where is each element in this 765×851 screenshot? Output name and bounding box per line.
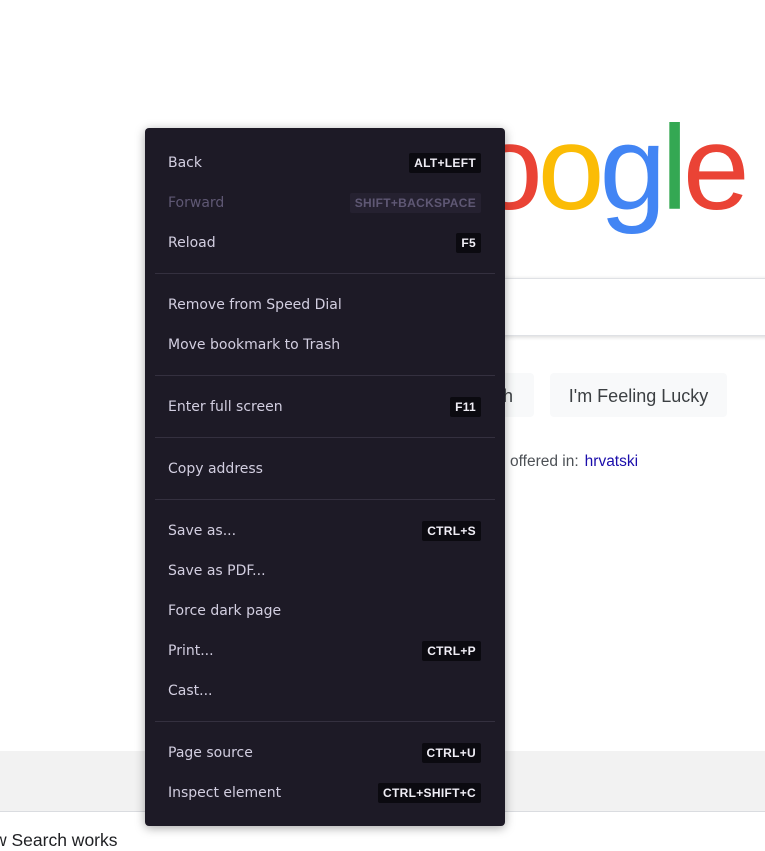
menu-item-shortcut: CTRL+P [422, 641, 481, 661]
menu-item-shortcut: F5 [456, 233, 481, 253]
menu-item-label: Force dark page [168, 603, 282, 619]
menu-item-page-source[interactable]: Page source CTRL+U [145, 733, 505, 773]
menu-item-label: Remove from Speed Dial [168, 297, 342, 313]
menu-item-shortcut: CTRL+S [422, 521, 481, 541]
logo-letter: g [599, 101, 667, 235]
menu-item-copy-address[interactable]: Copy address [145, 449, 505, 489]
menu-item-label: Forward [168, 195, 225, 211]
language-link-hrvatski[interactable]: hrvatski [585, 453, 638, 470]
context-menu: Back ALT+LEFT Forward SHIFT+BACKSPACE Reload… [145, 128, 505, 826]
logo-letter: e [682, 101, 750, 235]
menu-item-inspect-element[interactable]: Inspect element CTRL+SHIFT+C [145, 773, 505, 813]
menu-item-move-bookmark-to-trash[interactable]: Move bookmark to Trash [145, 325, 505, 365]
menu-separator [155, 437, 495, 438]
menu-item-reload[interactable]: Reload F5 [145, 223, 505, 263]
menu-item-shortcut: SHIFT+BACKSPACE [349, 193, 481, 213]
logo-letter: l [661, 101, 688, 235]
menu-item-label: Inspect element [168, 785, 282, 801]
menu-item-label: Move bookmark to Trash [168, 337, 341, 353]
menu-separator [155, 375, 495, 376]
menu-item-label: Copy address [168, 461, 263, 477]
menu-item-label: Back [168, 155, 202, 171]
menu-item-enter-full-screen[interactable]: Enter full screen F11 [145, 387, 505, 427]
feeling-lucky-button[interactable]: I'm Feeling Lucky [550, 373, 727, 417]
logo-letter: o [537, 101, 605, 235]
menu-item-forward: Forward SHIFT+BACKSPACE [145, 183, 505, 223]
menu-item-label: Save as PDF... [168, 563, 266, 579]
language-offer: offered in: hrvatski [510, 453, 638, 471]
google-logo: oogle [476, 101, 750, 235]
browser-page: oogle h I'm Feeling Lucky offered in: hrv… [0, 0, 765, 851]
menu-item-label: Print... [168, 643, 214, 659]
menu-item-shortcut: CTRL+SHIFT+C [378, 783, 481, 803]
menu-item-save-as-pdf[interactable]: Save as PDF... [145, 551, 505, 591]
menu-item-save-as[interactable]: Save as... CTRL+S [145, 511, 505, 551]
menu-separator [155, 499, 495, 500]
menu-item-label: Cast... [168, 683, 213, 699]
menu-item-label: Page source [168, 745, 253, 761]
menu-item-back[interactable]: Back ALT+LEFT [145, 143, 505, 183]
menu-separator [155, 721, 495, 722]
menu-item-label: Reload [168, 235, 216, 251]
menu-item-shortcut: ALT+LEFT [409, 153, 481, 173]
menu-item-label: Save as... [168, 523, 237, 539]
menu-item-print[interactable]: Print... CTRL+P [145, 631, 505, 671]
menu-item-cast[interactable]: Cast... [145, 671, 505, 711]
menu-item-force-dark-page[interactable]: Force dark page [145, 591, 505, 631]
search-input[interactable] [470, 278, 765, 336]
offered-in-text: offered in: [510, 453, 579, 470]
how-search-works-link[interactable]: w Search works [0, 830, 118, 851]
menu-item-remove-from-speed-dial[interactable]: Remove from Speed Dial [145, 285, 505, 325]
menu-separator [155, 273, 495, 274]
menu-item-label: Enter full screen [168, 399, 283, 415]
menu-item-shortcut: CTRL+U [421, 743, 481, 763]
menu-item-shortcut: F11 [450, 397, 481, 417]
